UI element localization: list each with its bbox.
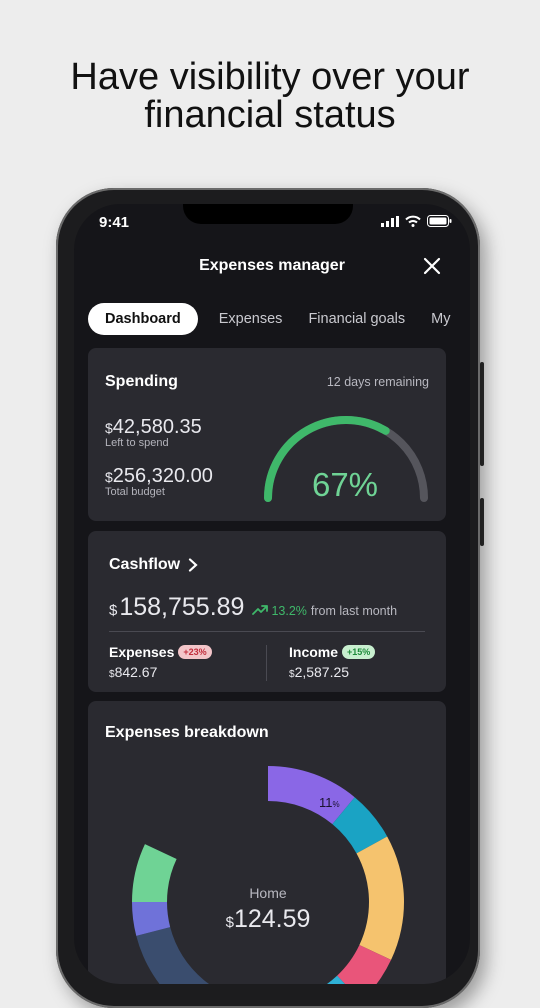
total-budget-label: Total budget bbox=[105, 486, 165, 498]
expenses-summary: Expenses +23% $842.67 bbox=[109, 644, 212, 680]
slice-percent-value: 11 bbox=[319, 795, 333, 810]
wifi-icon bbox=[405, 215, 421, 227]
donut-center-value: 124.59 bbox=[233, 905, 311, 933]
app-title: Expenses manager bbox=[199, 257, 345, 274]
cashflow-title: Cashflow bbox=[109, 556, 181, 573]
left-to-spend-currency: $ bbox=[105, 420, 113, 436]
donut-center-label: Home bbox=[249, 885, 287, 901]
expenses-value: 842.67 bbox=[114, 664, 158, 680]
spending-card[interactable]: Spending 12 days remaining $42,580.35 Le… bbox=[88, 348, 446, 521]
cashflow-trend-percent: 13.2% bbox=[271, 604, 307, 618]
tab-dashboard[interactable]: Dashboard bbox=[88, 303, 198, 335]
tab-financial-goals[interactable]: Financial goals bbox=[308, 311, 405, 327]
cashflow-card[interactable]: Cashflow $ 158,755.89 13.2% from last mo… bbox=[88, 531, 446, 692]
donut-segment-6[interactable] bbox=[136, 927, 261, 984]
slice-percent-unit: % bbox=[332, 800, 340, 809]
income-value: 2,587.25 bbox=[294, 664, 350, 680]
headline-line-2: financial status bbox=[144, 94, 396, 136]
gauge-percent: 67% bbox=[311, 466, 379, 503]
cashflow-header[interactable]: Cashflow bbox=[109, 556, 198, 574]
left-to-spend-value: 42,580.35 bbox=[112, 416, 202, 438]
headline-line-1: Have visibility over your bbox=[70, 56, 470, 98]
left-to-spend-label: Left to spend bbox=[105, 437, 169, 449]
status-icons bbox=[381, 215, 452, 227]
total-budget-currency: $ bbox=[105, 469, 113, 485]
breakdown-donut-chart[interactable] bbox=[128, 762, 408, 984]
cashflow-trend-text: from last month bbox=[310, 604, 398, 618]
spending-title: Spending bbox=[105, 373, 178, 390]
income-change-badge: +15% bbox=[342, 645, 376, 659]
cashflow-amount: $ 158,755.89 13.2% from last month bbox=[109, 593, 397, 622]
tab-expenses[interactable]: Expenses bbox=[219, 311, 283, 327]
breakdown-title: Expenses breakdown bbox=[105, 724, 269, 741]
cashflow-divider bbox=[109, 631, 425, 632]
income-label: Income bbox=[289, 644, 339, 660]
expenses-change-badge: +23% bbox=[178, 645, 212, 659]
expenses-label: Expenses bbox=[109, 644, 175, 660]
headline: Have visibility over your financial stat… bbox=[0, 58, 540, 134]
left-to-spend-amount: $42,580.35 bbox=[105, 416, 202, 439]
tab-my[interactable]: My bbox=[431, 311, 450, 327]
status-time: 9:41 bbox=[99, 214, 130, 231]
donut-segment-3[interactable] bbox=[356, 836, 405, 960]
cashflow-value: 158,755.89 bbox=[119, 593, 245, 621]
phone-screen: 9:41 Expenses manager Dashboard Expenses bbox=[74, 204, 470, 984]
tab-bar: Dashboard Expenses Financial goals My bbox=[88, 303, 470, 335]
trend-up-icon bbox=[252, 605, 269, 615]
phone-side-button-lower bbox=[480, 498, 484, 546]
total-budget-value: 256,320.00 bbox=[112, 465, 213, 487]
donut-center-amount: $124.59 bbox=[198, 905, 338, 934]
expenses-breakdown-card[interactable]: Expenses breakdown 11% Home $124.59 bbox=[88, 701, 446, 984]
phone-side-button-upper bbox=[480, 362, 484, 466]
donut-segment-8[interactable] bbox=[132, 844, 177, 902]
signal-icon bbox=[381, 215, 399, 227]
days-remaining: 12 days remaining bbox=[326, 375, 429, 389]
cashflow-currency: $ bbox=[109, 602, 118, 619]
chevron-right-icon bbox=[189, 558, 198, 572]
total-budget-amount: $256,320.00 bbox=[105, 465, 213, 488]
donut-center-currency: $ bbox=[225, 914, 234, 931]
summary-divider bbox=[266, 645, 267, 681]
income-summary: Income +15% $2,587.25 bbox=[289, 644, 376, 680]
status-bar: 9:41 bbox=[74, 204, 470, 244]
battery-icon bbox=[427, 215, 452, 227]
slice-percent-label: 11% bbox=[319, 795, 340, 810]
close-icon[interactable] bbox=[422, 256, 442, 276]
